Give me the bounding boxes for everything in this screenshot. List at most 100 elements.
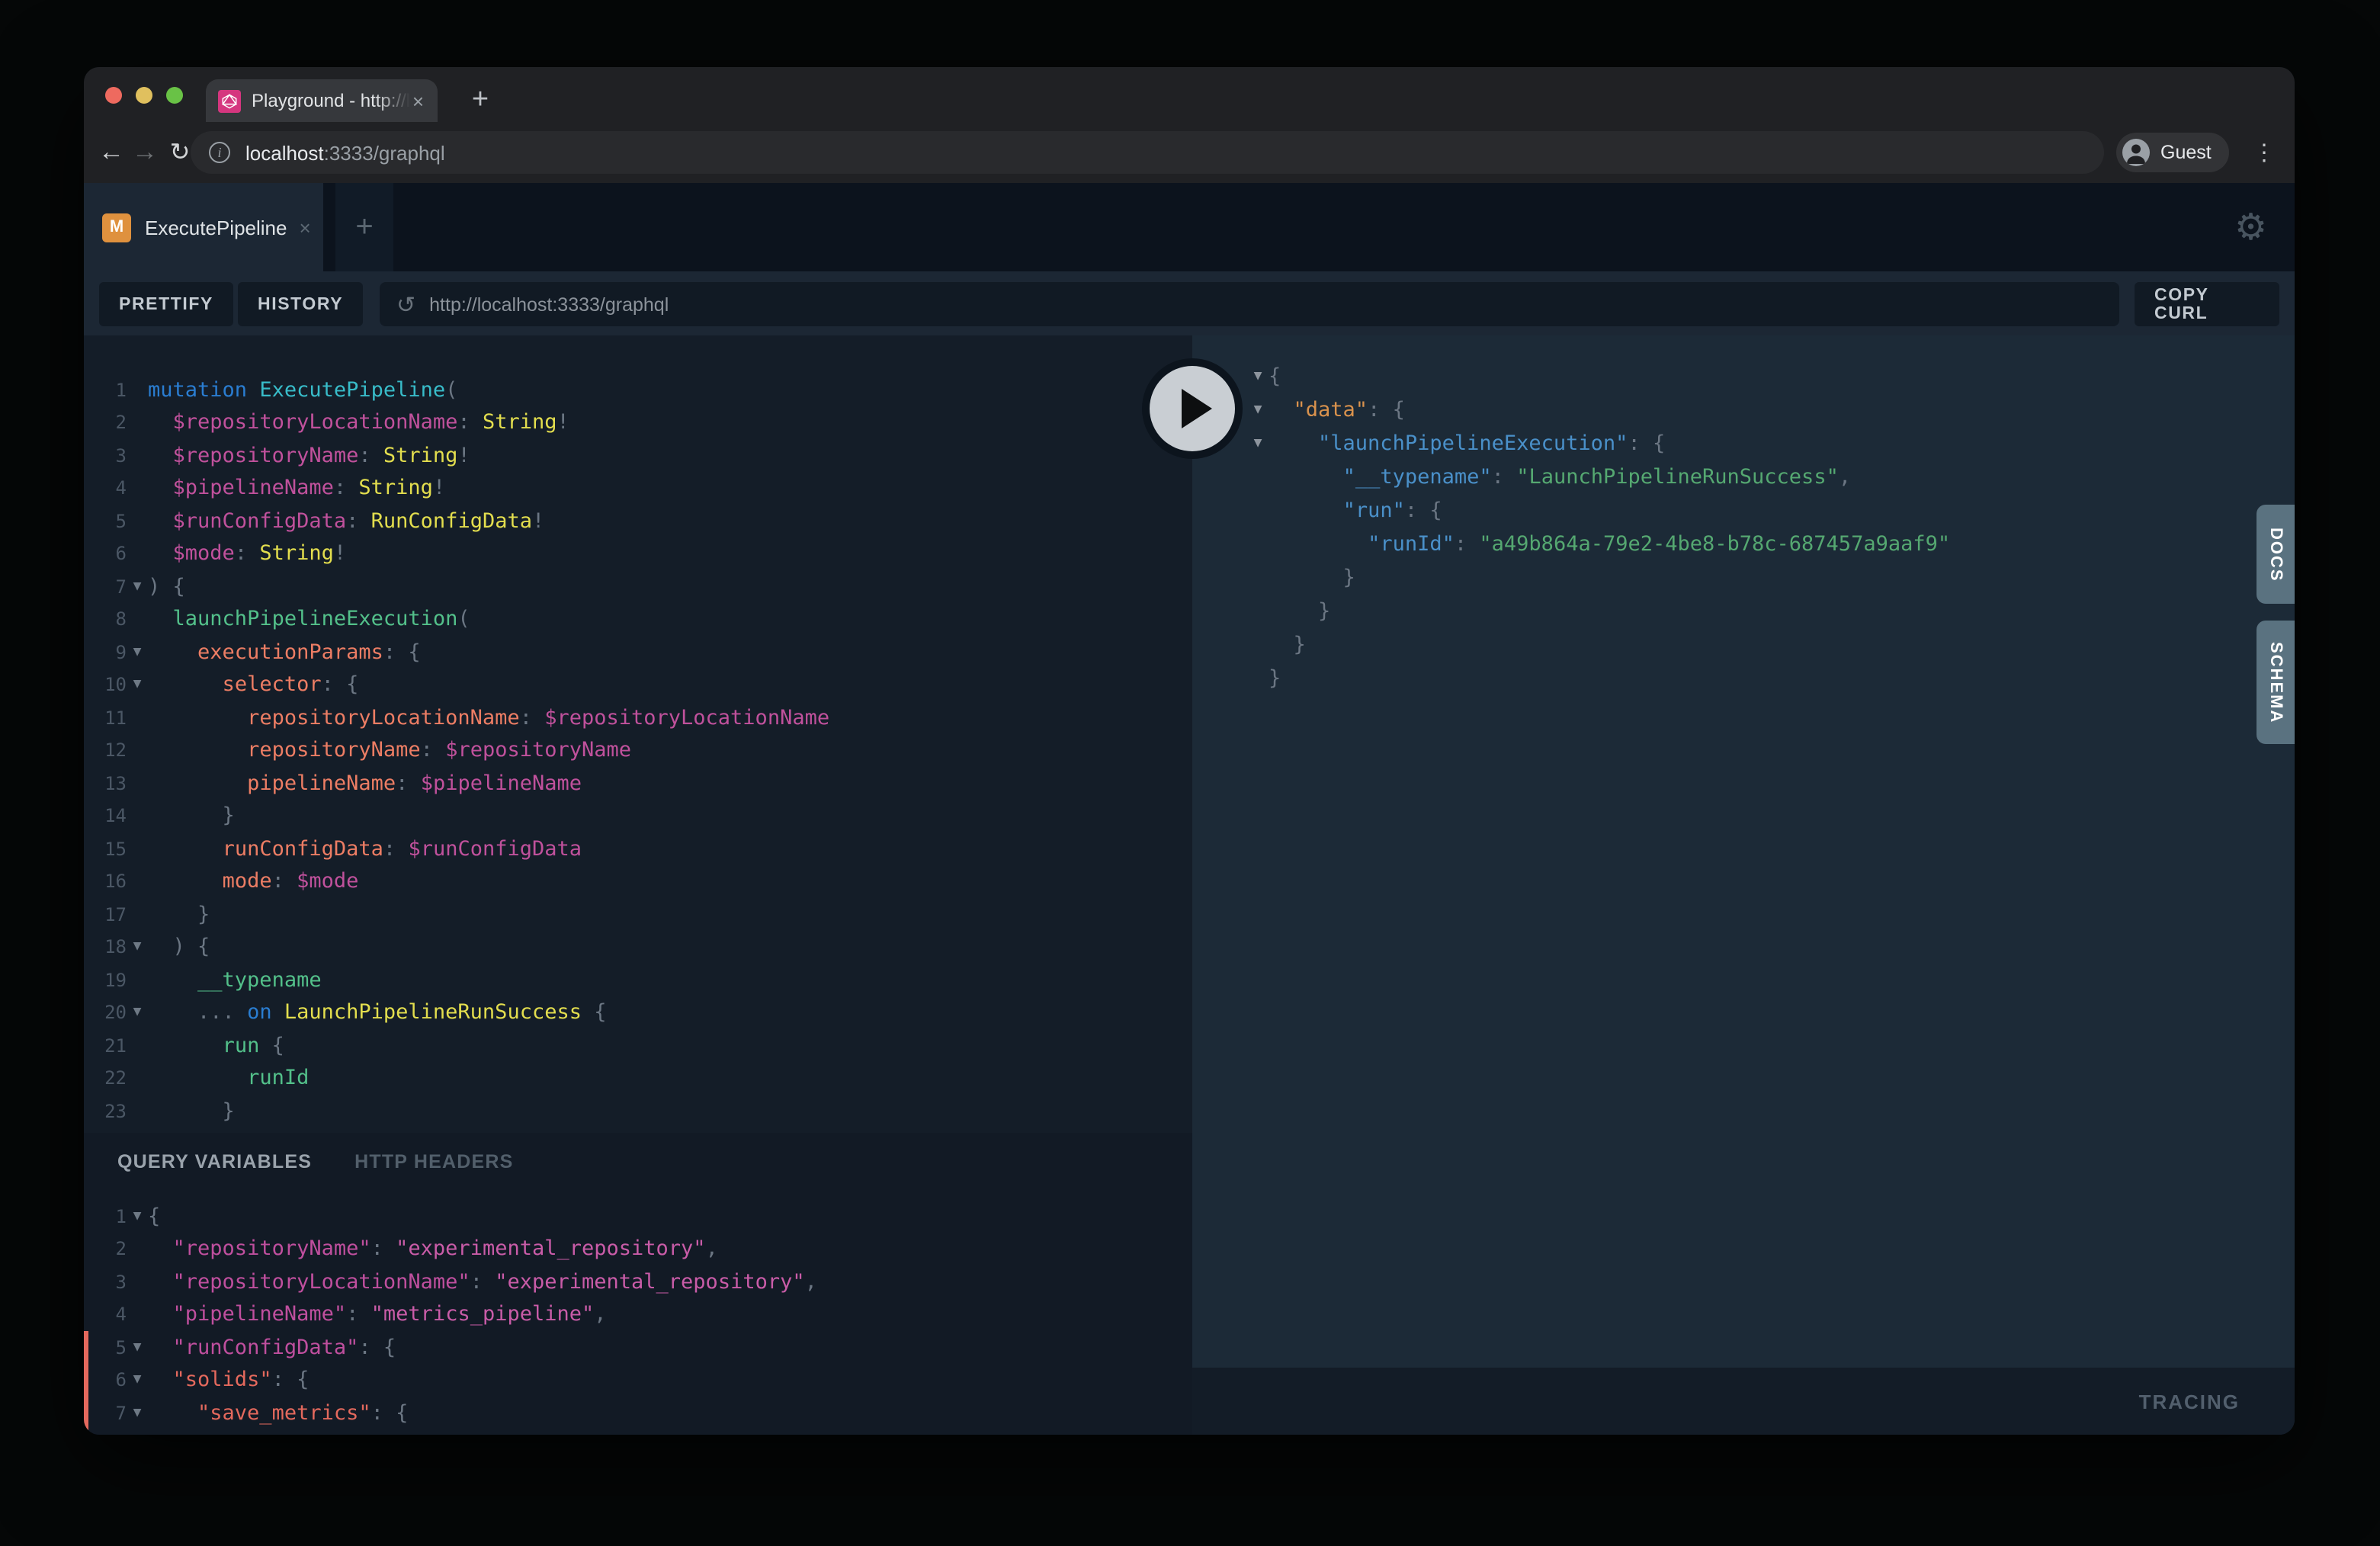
code-line: } (1192, 595, 2295, 628)
code-line: 15 runConfigData: $runConfigData (84, 832, 1192, 865)
endpoint-history-icon[interactable]: ↺ (396, 290, 415, 318)
tab-close-icon[interactable]: × (411, 91, 425, 111)
fold-arrow-icon[interactable]: ▼ (127, 1373, 148, 1388)
line-number: 4 (96, 1304, 127, 1326)
error-marker (84, 1397, 88, 1429)
playground-tab-close-icon[interactable]: × (299, 216, 310, 239)
line-number: 7 (96, 1403, 127, 1424)
playground-new-tab-button[interactable]: + (335, 183, 393, 271)
code-line: 1mutation ExecutePipeline( (84, 374, 1192, 406)
response-viewer: ▼{▼ "data": {▼ "launchPipelineExecution"… (1192, 360, 2295, 695)
fold-arrow-icon[interactable]: ▼ (1247, 403, 1269, 418)
window-controls (105, 87, 183, 104)
mutation-badge: M (102, 213, 131, 242)
fold-arrow-icon[interactable]: ▼ (127, 645, 148, 660)
playground-tab-executepipeline[interactable]: M ExecutePipeline × (84, 183, 323, 271)
code-line: 2 "repositoryName": "experimental_reposi… (84, 1233, 1192, 1265)
zoom-window-button[interactable] (166, 87, 183, 104)
code-line: 9▼ executionParams: { (84, 636, 1192, 669)
code-line: "run": { (1192, 494, 2295, 528)
play-circle (1150, 366, 1235, 451)
docs-side-tab[interactable]: DOCS (2257, 505, 2295, 604)
fold-arrow-icon[interactable]: ▼ (127, 1340, 148, 1355)
line-number: 20 (96, 1002, 127, 1024)
line-number: 23 (96, 1101, 127, 1122)
code-line: 5 $runConfigData: RunConfigData! (84, 505, 1192, 537)
code-line: 14 } (84, 800, 1192, 832)
line-number: 3 (96, 1272, 127, 1293)
code-line: ▼{ (1192, 360, 2295, 393)
line-number: 3 (96, 445, 127, 467)
line-number: 2 (96, 1239, 127, 1260)
copy-curl-button[interactable]: COPY CURL (2135, 282, 2279, 326)
line-number: 5 (96, 1337, 127, 1358)
profile-button[interactable]: Guest (2116, 133, 2229, 172)
screen: Playground - http://localhost:3 × + ← → … (0, 0, 2380, 1546)
new-tab-button[interactable]: + (459, 79, 502, 122)
line-number: 1 (96, 1206, 127, 1227)
back-icon[interactable]: ← (93, 122, 130, 183)
line-number: 13 (96, 773, 127, 794)
variables-pane-tabs: QUERY VARIABLES HTTP HEADERS (84, 1133, 1192, 1191)
history-button[interactable]: HISTORY (238, 282, 363, 326)
playground-toolbar: PRETTIFY HISTORY ↺ http://localhost:3333… (84, 271, 2295, 335)
tab-http-headers[interactable]: HTTP HEADERS (354, 1151, 513, 1172)
browser-url-bar: ← → ↻ i localhost:3333/graphql Guest ⋮ (84, 122, 2295, 183)
browser-menu-icon[interactable]: ⋮ (2243, 122, 2285, 183)
site-info-icon[interactable]: i (209, 142, 230, 163)
code-line: 18▼ ) { (84, 931, 1192, 964)
code-line: 17 } (84, 898, 1192, 931)
code-line: 1▼{ (84, 1200, 1192, 1233)
close-window-button[interactable] (105, 87, 122, 104)
execute-button[interactable] (1142, 358, 1243, 459)
browser-tab[interactable]: Playground - http://localhost:3 × (206, 79, 438, 122)
line-number: 19 (96, 970, 127, 991)
code-line: 20▼ ... on LaunchPipelineRunSuccess { (84, 996, 1192, 1029)
code-line: 5▼ "runConfigData": { (84, 1331, 1192, 1364)
code-line: 22 runId (84, 1062, 1192, 1095)
line-number: 9 (96, 642, 127, 663)
settings-gear-icon[interactable]: ⚙ (2234, 183, 2267, 271)
code-line: 12 repositoryName: $repositoryName (84, 734, 1192, 767)
line-number: 21 (96, 1035, 127, 1057)
line-number: 5 (96, 511, 127, 532)
tab-query-variables[interactable]: QUERY VARIABLES (117, 1151, 312, 1172)
prettify-button[interactable]: PRETTIFY (99, 282, 233, 326)
code-line: ▼ "data": { (1192, 393, 2295, 427)
forward-icon[interactable]: → (127, 122, 163, 183)
query-editor[interactable]: 1mutation ExecutePipeline(2 $repositoryL… (84, 335, 1192, 1133)
url-host: localhost (245, 141, 324, 164)
address-bar[interactable]: i localhost:3333/graphql (191, 131, 2104, 174)
code-line: 13 pipelineName: $pipelineName (84, 767, 1192, 800)
play-icon (1182, 389, 1212, 428)
fold-arrow-icon[interactable]: ▼ (127, 940, 148, 955)
error-marker (84, 1364, 88, 1397)
endpoint-input[interactable]: ↺ http://localhost:3333/graphql (380, 282, 2119, 326)
avatar-icon (2122, 139, 2150, 166)
fold-arrow-icon[interactable]: ▼ (127, 1006, 148, 1021)
fold-arrow-icon[interactable]: ▼ (127, 1209, 148, 1224)
line-number: 1 (96, 380, 127, 401)
fold-arrow-icon[interactable]: ▼ (1247, 436, 1269, 451)
line-number: 14 (96, 806, 127, 827)
minimize-window-button[interactable] (136, 87, 152, 104)
code-line: 4 "pipelineName": "metrics_pipeline", (84, 1298, 1192, 1331)
line-number: 8 (96, 609, 127, 630)
browser-tab-title: Playground - http://localhost:3 (252, 90, 411, 111)
code-line: 6▼ "solids": { (84, 1364, 1192, 1397)
variables-pane: QUERY VARIABLES HTTP HEADERS 1▼{2 "repos… (84, 1133, 1192, 1435)
line-number: 10 (96, 675, 127, 696)
line-number: 12 (96, 740, 127, 762)
url-path: :3333/graphql (324, 141, 445, 164)
schema-side-tab[interactable]: SCHEMA (2257, 621, 2295, 744)
tracing-toggle[interactable]: TRACING (1192, 1368, 2295, 1435)
code-line: 8 launchPipelineExecution( (84, 603, 1192, 636)
fold-arrow-icon[interactable]: ▼ (1247, 369, 1269, 384)
fold-arrow-icon[interactable]: ▼ (127, 1406, 148, 1421)
variables-editor[interactable]: 1▼{2 "repositoryName": "experimental_rep… (84, 1191, 1192, 1429)
line-number: 4 (96, 478, 127, 499)
fold-arrow-icon[interactable]: ▼ (127, 678, 148, 693)
code-line: "runId": "a49b864a-79e2-4be8-b78c-687457… (1192, 528, 2295, 561)
code-line: 4 $pipelineName: String! (84, 472, 1192, 505)
fold-arrow-icon[interactable]: ▼ (127, 579, 148, 595)
